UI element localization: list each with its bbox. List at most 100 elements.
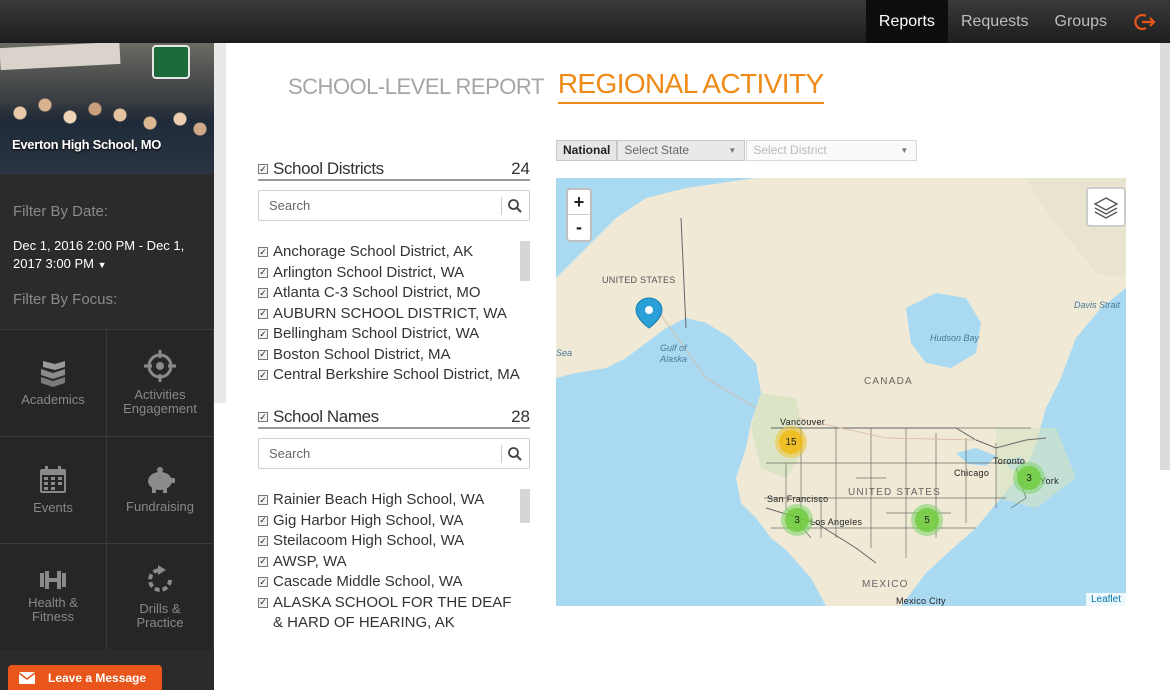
school-logo: [152, 45, 190, 79]
nav-requests[interactable]: Requests: [948, 0, 1042, 43]
zoom-in-button[interactable]: +: [568, 190, 590, 215]
national-button[interactable]: National: [556, 140, 618, 161]
list-item[interactable]: ✓ Steilacoom High School, WA: [258, 531, 520, 552]
schools-count: 28: [511, 407, 530, 426]
districts-select-all-checkbox[interactable]: ✓: [258, 164, 268, 174]
school-photo: Everton High School, MO: [0, 43, 214, 174]
cluster-marker[interactable]: 5: [911, 504, 943, 536]
focus-drills-practice[interactable]: Drills & Practice: [107, 544, 213, 650]
leave-message-button[interactable]: Leave a Message: [8, 665, 162, 690]
cluster-count: 3: [785, 508, 809, 532]
focus-activities[interactable]: Activities Engagement: [107, 330, 213, 436]
schools-list-scrollbar[interactable]: [520, 489, 530, 523]
filter-focus-label: Filter By Focus:: [13, 291, 118, 308]
filter-date-label: Filter By Date:: [13, 203, 109, 220]
item-checkbox[interactable]: ✓: [258, 247, 268, 257]
page-scrollbar[interactable]: [1160, 43, 1170, 470]
label-gulf-of-alaska: Gulf of Alaska: [660, 343, 688, 364]
districts-list-scrollbar[interactable]: [520, 241, 530, 281]
cluster-marker[interactable]: 3: [781, 504, 813, 536]
list-item[interactable]: ✓ Atlanta C-3 School District, MO: [258, 283, 520, 304]
item-label: ALASKA SCHOOL FOR THE DEAF & HARD OF HEA…: [273, 593, 512, 632]
item-checkbox[interactable]: ✓: [258, 495, 268, 505]
list-item[interactable]: ✓ Central Berkshire School District, MA: [258, 365, 520, 386]
districts-search: [258, 190, 530, 221]
regional-map[interactable]: UNITED STATES Gulf of Alaska Sea CANADA …: [556, 178, 1126, 606]
item-checkbox[interactable]: ✓: [258, 267, 268, 278]
label-canada: CANADA: [864, 376, 913, 387]
focus-events[interactable]: Events: [0, 437, 106, 543]
list-item[interactable]: ✓ Gig Harbor High School, WA: [258, 511, 520, 532]
item-checkbox[interactable]: ✓: [258, 577, 268, 587]
list-item[interactable]: ✓ AWSP, WA: [258, 552, 520, 573]
item-checkbox[interactable]: ✓: [258, 329, 268, 339]
cluster-marker[interactable]: 15: [775, 426, 807, 458]
calendar-icon: [40, 466, 66, 493]
nav-groups[interactable]: Groups: [1042, 0, 1120, 43]
state-select[interactable]: Select State ▼: [617, 140, 746, 161]
layers-button[interactable]: [1086, 187, 1126, 227]
label-united-states: UNITED STATES: [848, 487, 942, 498]
item-checkbox[interactable]: ✓: [258, 597, 268, 608]
item-checkbox[interactable]: ✓: [258, 288, 268, 298]
list-item[interactable]: ✓ Arlington School District, WA: [258, 263, 520, 284]
item-label: Atlanta C-3 School District, MO: [273, 284, 481, 301]
item-label: AWSP, WA: [273, 552, 347, 570]
item-checkbox[interactable]: ✓: [258, 515, 268, 526]
logout-icon: [1134, 13, 1156, 30]
focus-fundraising[interactable]: Fundraising: [107, 437, 213, 543]
tab-school-level-report[interactable]: SCHOOL-LEVEL REPORT: [288, 74, 544, 104]
list-item[interactable]: ✓ Rainier Beach High School, WA: [258, 490, 520, 511]
districts-title: School Districts: [273, 159, 384, 178]
list-item[interactable]: ✓ Bellingham School District, WA: [258, 324, 520, 345]
item-checkbox[interactable]: ✓: [258, 370, 268, 380]
districts-list: ✓ Anchorage School District, AK ✓ Arlington…: [258, 242, 520, 386]
state-select-placeholder: Select State: [624, 143, 690, 157]
search-icon[interactable]: [507, 198, 523, 214]
item-label: Arlington School District, WA: [273, 263, 465, 281]
schools-list: ✓ Rainier Beach High School, WA ✓ Gig Harbo…: [258, 490, 520, 634]
schools-select-all-checkbox[interactable]: ✓: [258, 412, 268, 422]
map-attribution[interactable]: Leaflet: [1085, 593, 1126, 606]
focus-health-fitness[interactable]: Health & Fitness: [0, 544, 106, 650]
item-label: Steilacoom High School, WA: [273, 532, 465, 549]
item-checkbox[interactable]: ✓: [258, 308, 268, 319]
label-san-francisco: San Francisco: [767, 494, 829, 504]
focus-academics[interactable]: Academics: [0, 330, 106, 436]
schools-search-input[interactable]: [259, 439, 497, 468]
list-item[interactable]: ✓ AUBURN SCHOOL DISTRICT, WA: [258, 304, 520, 325]
list-item[interactable]: ✓ Boston School District, MA: [258, 345, 520, 366]
label-united-states-ak: UNITED STATES: [602, 275, 676, 285]
item-checkbox[interactable]: ✓: [258, 556, 268, 567]
item-label: AUBURN SCHOOL DISTRICT, WA: [273, 304, 507, 322]
cluster-marker[interactable]: 3: [1013, 462, 1045, 494]
caret-down-icon: ▼: [97, 260, 107, 270]
districts-count: 24: [511, 159, 530, 178]
item-label: Central Berkshire School District, MA: [273, 366, 520, 383]
list-item[interactable]: ✓ Anchorage School District, AK: [258, 242, 520, 263]
tab-regional-activity[interactable]: REGIONAL ACTIVITY: [557, 68, 824, 104]
label-mexico-city: Mexico City: [896, 596, 946, 606]
caret-down-icon: ▼: [900, 146, 909, 155]
content-scrollbar[interactable]: [214, 43, 226, 403]
main-nav: Reports Requests Groups: [865, 0, 1170, 43]
logout-button[interactable]: [1120, 0, 1170, 43]
districts-search-input[interactable]: [259, 191, 497, 220]
schools-header: ✓ School Names 28: [258, 407, 530, 429]
item-checkbox[interactable]: ✓: [258, 349, 268, 360]
list-item[interactable]: ✓ Cascade Middle School, WA: [258, 572, 520, 593]
zoom-out-button[interactable]: -: [568, 215, 590, 240]
schools-title: School Names: [273, 407, 379, 426]
nav-reports[interactable]: Reports: [865, 0, 948, 43]
item-checkbox[interactable]: ✓: [258, 536, 268, 546]
district-select[interactable]: Select District ▼: [746, 140, 918, 161]
district-select-placeholder: Select District: [753, 143, 827, 157]
item-label: Bellingham School District, WA: [273, 325, 480, 342]
focus-grid: Academics Activities Engagement Events F…: [0, 329, 214, 650]
list-item[interactable]: ✓ ALASKA SCHOOL FOR THE DEAF & HARD OF HE…: [258, 593, 520, 634]
search-icon[interactable]: [507, 446, 523, 462]
label-mexico: MEXICO: [862, 579, 909, 590]
date-range-picker[interactable]: Dec 1, 2016 2:00 PM - Dec 1, 2017 3:00 P…: [13, 237, 208, 274]
report-tabs: SCHOOL-LEVEL REPORT REGIONAL ACTIVITY: [288, 68, 824, 104]
leave-message-label: Leave a Message: [48, 670, 147, 685]
